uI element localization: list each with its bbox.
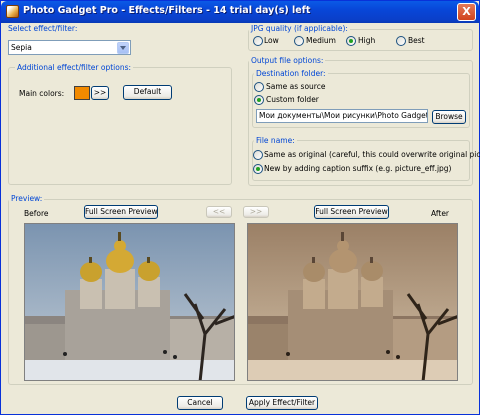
- file-name-legend: File name:: [254, 136, 297, 145]
- title-bar: Photo Gadget Pro - Effects/Filters - 14 …: [1, 1, 479, 23]
- next-button[interactable]: >>: [243, 206, 269, 218]
- chevron-down-icon[interactable]: [117, 42, 129, 54]
- jpg-medium-radio[interactable]: [294, 36, 304, 46]
- effect-select[interactable]: Sepia: [8, 40, 131, 55]
- custom-folder-label: Custom folder: [266, 95, 319, 104]
- jpg-high-radio[interactable]: [346, 36, 356, 46]
- jpg-low-radio[interactable]: [253, 36, 263, 46]
- custom-folder-radio[interactable]: [254, 95, 264, 105]
- after-label: After: [431, 209, 450, 218]
- apply-effect-filter-button[interactable]: Apply Effect/Filter: [246, 396, 318, 410]
- output-options-legend: Output file options:: [249, 56, 326, 65]
- after-preview-image: [247, 223, 458, 381]
- same-as-original-radio[interactable]: [253, 150, 263, 160]
- jpg-high-label: High: [358, 36, 376, 45]
- after-full-screen-preview-button[interactable]: Full Screen Preview: [314, 205, 389, 219]
- same-as-original-label: Same as original (careful, this could ov…: [264, 150, 480, 159]
- jpg-low-label: Low: [264, 36, 279, 45]
- main-colors-more-button[interactable]: >>: [91, 86, 109, 100]
- previous-button[interactable]: <<: [206, 206, 232, 218]
- browse-button[interactable]: Browse: [432, 110, 466, 124]
- cancel-button[interactable]: Cancel: [177, 396, 223, 410]
- before-label: Before: [24, 209, 49, 218]
- same-as-source-radio[interactable]: [254, 82, 264, 92]
- main-colors-label: Main colors:: [19, 89, 65, 98]
- file-name-group: File name:: [252, 136, 470, 181]
- jpg-quality-legend: JPG quality (if applicable):: [249, 24, 350, 33]
- main-color-swatch[interactable]: [74, 86, 90, 100]
- effects-filters-window: Photo Gadget Pro - Effects/Filters - 14 …: [0, 0, 480, 415]
- before-preview-image: [24, 223, 235, 381]
- jpg-best-label: Best: [408, 36, 425, 45]
- jpg-medium-label: Medium: [306, 36, 336, 45]
- before-full-screen-preview-button[interactable]: Full Screen Preview: [84, 205, 158, 219]
- jpg-best-radio[interactable]: [396, 36, 406, 46]
- preview-legend: Preview:: [9, 194, 45, 203]
- destination-legend: Destination folder:: [254, 69, 328, 78]
- default-button[interactable]: Default: [123, 85, 172, 100]
- new-caption-suffix-radio[interactable]: [253, 164, 263, 174]
- additional-options-group: Additional effect/filter options:: [8, 63, 232, 185]
- effect-select-value: Sepia: [11, 43, 32, 52]
- effect-label: Select effect/filter:: [8, 24, 78, 33]
- window-title: Photo Gadget Pro - Effects/Filters - 14 …: [23, 5, 311, 16]
- same-as-source-label: Same as source: [266, 82, 326, 91]
- new-caption-suffix-label: New by adding caption suffix (e.g. pictu…: [264, 164, 452, 173]
- destination-path-input[interactable]: Мои документы\Мои рисунки\Photo Gadget P…: [256, 109, 428, 123]
- close-button[interactable]: X: [457, 3, 476, 21]
- app-icon: [6, 5, 19, 18]
- additional-options-legend: Additional effect/filter options:: [15, 63, 134, 72]
